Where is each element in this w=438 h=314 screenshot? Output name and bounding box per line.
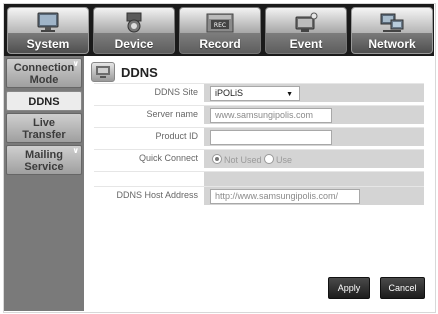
field-label: Product ID [155,131,198,141]
radio-label: Not Used [224,155,262,165]
sidebar-item-ddns[interactable]: DDNS [6,91,82,111]
field-label: Quick Connect [138,153,198,163]
tab-label: Event [289,37,323,51]
radio-label: Use [276,155,293,165]
ddns-site-select[interactable]: iPOLiS ▼ [210,86,300,101]
network-icon [379,12,405,39]
event-monitor-icon [293,12,319,39]
server-name-input[interactable]: www.samsungipolis.com [210,108,332,123]
main-panel: DDNS DDNS Site iPOLiS ▼ Server name www.… [87,56,434,311]
rec-icon: REC [205,12,235,39]
row-ddns-site: DDNS Site iPOLiS ▼ [94,83,424,102]
tab-event[interactable]: Event [265,7,347,54]
svg-text:REC: REC [214,22,226,29]
row-server-name: Server name www.samsungipolis.com [94,105,424,124]
select-value: iPOLiS [215,88,244,98]
network-settings-icon [91,62,115,82]
page-title: DDNS [121,65,158,80]
tab-system[interactable]: System [7,7,89,54]
cancel-button[interactable]: Cancel [380,277,425,299]
ddns-host-address-field: http://www.samsungipolis.com/ [210,189,360,204]
dropdown-arrow-icon: ▼ [286,91,293,98]
field-label: DDNS Site [154,87,198,97]
chevron-down-icon: ∨ [72,146,80,155]
sidebar-item-connection-mode[interactable]: ∨ Connection Mode [6,58,82,88]
row-quick-connect: Quick Connect Not Used Use [94,149,424,168]
sidebar-item-mailing-service[interactable]: ∨ Mailing Service [6,145,82,175]
sidebar-item-live-transfer[interactable]: Live Transfer [6,113,82,143]
tab-label: Network [368,37,416,51]
sidebar-item-label: Mailing Service [24,149,64,173]
product-id-input[interactable] [210,130,332,145]
chevron-down-icon: ∨ [72,59,80,68]
quick-connect-not-used-radio[interactable]: Not Used [212,154,262,165]
camera-icon [121,12,147,39]
radio-unselected-icon [264,154,274,164]
apply-button[interactable]: Apply [328,277,370,299]
sidebar-item-label: Connection Mode [13,62,75,86]
tab-record[interactable]: REC Record [179,7,261,54]
monitor-icon [35,12,61,39]
top-tab-bar: System Device REC Record Event Network [4,4,434,56]
sidebar: ∨ Connection Mode DDNS Live Transfer ∨ M… [4,56,84,311]
sidebar-item-label: DDNS [28,96,60,108]
tab-label: Device [114,37,154,51]
sidebar-item-label: Live Transfer [22,117,66,141]
field-label: Server name [146,109,198,119]
tab-label: Record [199,37,241,51]
tab-device[interactable]: Device [93,7,175,54]
row-product-id: Product ID [94,127,424,146]
radio-selected-icon [212,154,222,164]
row-host-address: DDNS Host Address http://www.samsungipol… [94,186,424,205]
tab-label: System [26,37,70,51]
tab-network[interactable]: Network [351,7,433,54]
field-label: DDNS Host Address [116,190,198,200]
quick-connect-use-radio[interactable]: Use [264,154,292,165]
